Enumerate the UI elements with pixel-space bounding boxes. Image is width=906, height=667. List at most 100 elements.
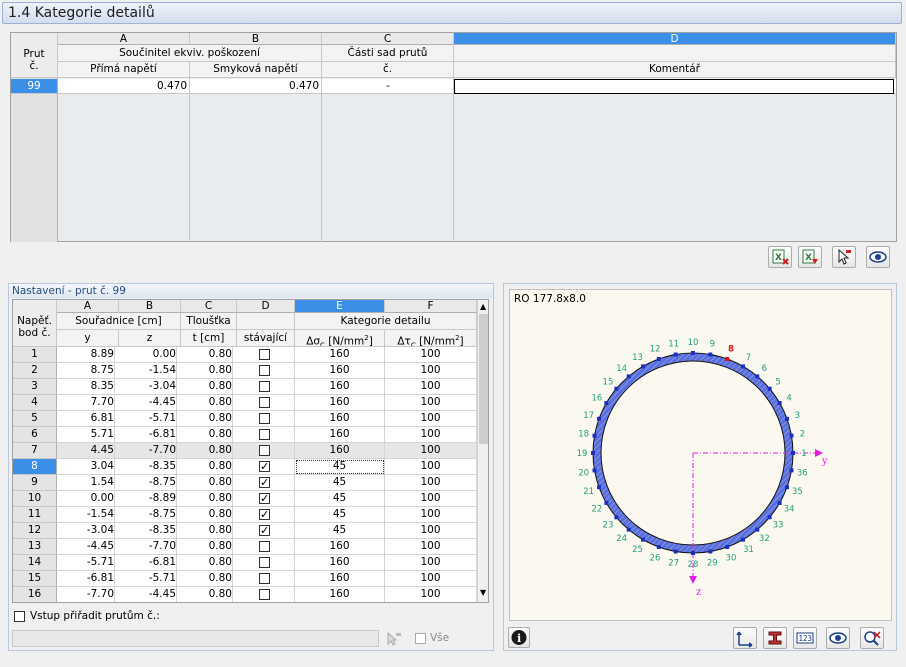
cell-thickness[interactable]: 0.80	[181, 523, 233, 539]
scrollbar-thumb[interactable]	[479, 314, 488, 444]
table-row[interactable]: 13 -4.45 -7.70 0.80 160 100	[13, 539, 477, 555]
cell-delta-tau[interactable]: 100	[385, 395, 477, 411]
column-header-a[interactable]: A	[57, 300, 119, 313]
cell-thickness[interactable]: 0.80	[181, 459, 233, 475]
stress-point-number[interactable]: 14	[13, 555, 57, 571]
assign-members-input[interactable]	[12, 630, 379, 647]
cell-z[interactable]: -6.81	[119, 555, 177, 571]
info-button[interactable]: i	[508, 627, 530, 648]
column-header-c[interactable]: C	[322, 33, 454, 45]
table-row[interactable]: 1 8.89 0.00 0.80 160 100	[13, 347, 477, 363]
cell-y[interactable]: 8.89	[57, 347, 115, 363]
cell-z[interactable]: -8.89	[119, 491, 177, 507]
cell-y[interactable]: -5.71	[57, 555, 115, 571]
table-row[interactable]: 9 1.54 -8.75 0.80 45 100	[13, 475, 477, 491]
existing-checkbox[interactable]	[259, 349, 270, 360]
cell-z[interactable]: -5.71	[119, 411, 177, 427]
pick-member-button[interactable]	[832, 246, 856, 268]
scroll-up-icon[interactable]: ▲	[480, 302, 486, 311]
cell-thickness[interactable]: 0.80	[181, 555, 233, 571]
stress-point-number[interactable]: 2	[13, 363, 57, 379]
table-row[interactable]: 4 7.70 -4.45 0.80 160 100	[13, 395, 477, 411]
column-header-a[interactable]: A	[58, 33, 190, 45]
table-row[interactable]: 11 -1.54 -8.75 0.80 45 100	[13, 507, 477, 523]
cell-delta-tau[interactable]: 100	[385, 507, 477, 523]
cell-thickness[interactable]: 0.80	[181, 571, 233, 587]
stress-point-number[interactable]: 7	[13, 443, 57, 459]
stress-point-number[interactable]: 1	[13, 347, 57, 363]
cell-y[interactable]: 6.81	[57, 411, 115, 427]
stress-point-number[interactable]: 13	[13, 539, 57, 555]
stress-point-number[interactable]: 16	[13, 587, 57, 602]
cell-y[interactable]: 8.75	[57, 363, 115, 379]
cell-delta-tau[interactable]: 100	[385, 443, 477, 459]
existing-checkbox[interactable]	[259, 589, 270, 600]
cell-thickness[interactable]: 0.80	[181, 475, 233, 491]
stress-point-number[interactable]: 11	[13, 507, 57, 523]
cell-direct-stress-factor[interactable]: 0.470	[58, 80, 187, 92]
section-button[interactable]	[763, 627, 787, 649]
existing-checkbox[interactable]	[259, 557, 270, 568]
cell-delta-sigma[interactable]: 45	[295, 507, 385, 523]
column-header-b[interactable]: B	[119, 300, 181, 313]
stress-point-number[interactable]: 12	[13, 523, 57, 539]
numbering-button[interactable]: 123	[793, 627, 817, 649]
cell-delta-tau[interactable]: 100	[385, 491, 477, 507]
cell-thickness[interactable]: 0.80	[181, 443, 233, 459]
cell-z[interactable]: -7.70	[119, 539, 177, 555]
cell-delta-tau[interactable]: 100	[385, 523, 477, 539]
cell-delta-sigma[interactable]: 160	[295, 363, 385, 379]
assign-to-members-checkbox[interactable]	[14, 611, 25, 622]
existing-checkbox[interactable]	[259, 397, 270, 408]
column-header-c[interactable]: C	[181, 300, 237, 313]
cell-y[interactable]: 3.04	[57, 459, 115, 475]
excel-export-button[interactable]: X	[768, 246, 792, 268]
table-row[interactable]: 16 -7.70 -4.45 0.80 160 100	[13, 587, 477, 602]
cell-y[interactable]: 8.35	[57, 379, 115, 395]
cell-delta-tau[interactable]: 100	[385, 571, 477, 587]
section-preview-canvas[interactable]: RO 177.8x8.0 y z 1 2 3 4 5 6 7 8 9 10 11 12 13 14 15 16 17…	[509, 289, 892, 621]
cell-y[interactable]: 5.71	[57, 427, 115, 443]
existing-checkbox[interactable]	[259, 429, 270, 440]
cell-y[interactable]: -4.45	[57, 539, 115, 555]
cell-delta-sigma[interactable]: 45	[295, 459, 385, 475]
cell-y[interactable]: 0.00	[57, 491, 115, 507]
cell-thickness[interactable]: 0.80	[181, 395, 233, 411]
cell-y[interactable]: -3.04	[57, 523, 115, 539]
cell-delta-sigma[interactable]: 160	[295, 443, 385, 459]
existing-checkbox[interactable]	[259, 459, 270, 474]
stress-point-number[interactable]: 4	[13, 395, 57, 411]
column-header-d[interactable]: D	[237, 300, 295, 313]
cell-z[interactable]: -7.70	[119, 443, 177, 459]
cell-delta-tau[interactable]: 100	[385, 379, 477, 395]
table-row[interactable]: 10 0.00 -8.89 0.80 45 100	[13, 491, 477, 507]
table-row[interactable]: 7 4.45 -7.70 0.80 160 100	[13, 443, 477, 459]
cell-thickness[interactable]: 0.80	[181, 379, 233, 395]
cell-thickness[interactable]: 0.80	[181, 347, 233, 363]
existing-checkbox[interactable]	[259, 507, 270, 522]
cell-delta-sigma[interactable]: 160	[295, 379, 385, 395]
cell-delta-sigma[interactable]: 45	[295, 475, 385, 491]
view-button[interactable]	[866, 246, 890, 268]
cell-z[interactable]: -4.45	[119, 395, 177, 411]
stress-point-number[interactable]: 6	[13, 427, 57, 443]
cell-y[interactable]: -1.54	[57, 507, 115, 523]
existing-checkbox[interactable]	[259, 491, 270, 506]
excel-import-button[interactable]: X	[798, 246, 822, 268]
cell-delta-tau[interactable]: 100	[385, 459, 477, 475]
cell-delta-sigma[interactable]: 160	[295, 571, 385, 587]
view-button[interactable]	[826, 627, 850, 649]
cell-thickness[interactable]: 0.80	[181, 491, 233, 507]
existing-checkbox[interactable]	[259, 413, 270, 424]
cell-y[interactable]: 4.45	[57, 443, 115, 459]
existing-checkbox[interactable]	[259, 541, 270, 552]
existing-checkbox[interactable]	[259, 475, 270, 490]
cell-z[interactable]: -6.81	[119, 427, 177, 443]
stress-point-number[interactable]: 3	[13, 379, 57, 395]
stress-point-number[interactable]: 15	[13, 571, 57, 587]
all-checkbox[interactable]	[415, 633, 426, 644]
cell-delta-sigma[interactable]: 160	[295, 395, 385, 411]
table-row[interactable]: 2 8.75 -1.54 0.80 160 100	[13, 363, 477, 379]
cell-y[interactable]: -6.81	[57, 571, 115, 587]
cell-delta-tau[interactable]: 100	[385, 475, 477, 491]
